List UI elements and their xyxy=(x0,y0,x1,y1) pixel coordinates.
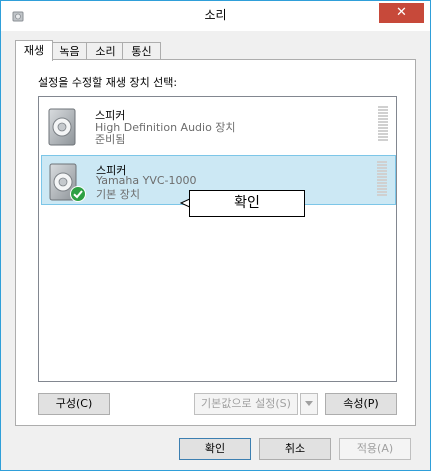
tab-recording[interactable]: 녹음 xyxy=(50,42,89,60)
playback-panel: 설정을 수정할 재생 장치 선택: 스피커 High Definition Au… xyxy=(15,59,416,426)
device-item-hd-audio[interactable]: 스피커 High Definition Audio 장치 준비됨 xyxy=(41,101,396,151)
device-list[interactable]: 스피커 High Definition Audio 장치 준비됨 스피커 Yam… xyxy=(38,96,397,382)
title-bar[interactable]: 소리 ✕ xyxy=(1,1,430,31)
close-button[interactable]: ✕ xyxy=(379,3,424,23)
set-default-dropdown[interactable] xyxy=(300,393,318,415)
tab-sounds[interactable]: 소리 xyxy=(86,42,125,60)
volume-level-meter xyxy=(377,161,387,199)
set-default-button[interactable]: 기본값으로 설정(S) xyxy=(194,393,298,415)
ok-button[interactable]: 확인 xyxy=(179,438,251,460)
device-status: 기본 장치 xyxy=(96,188,140,201)
cancel-button[interactable]: 취소 xyxy=(259,438,331,460)
callout-label: 확인 xyxy=(189,190,305,217)
device-status: 준비됨 xyxy=(95,133,126,146)
chevron-down-icon xyxy=(305,401,313,406)
instruction-label: 설정을 수정할 재생 장치 선택: xyxy=(38,76,178,89)
tab-playback[interactable]: 재생 xyxy=(15,40,53,61)
speaker-icon xyxy=(48,108,76,146)
window-title: 소리 xyxy=(204,8,227,22)
default-device-check-icon xyxy=(70,186,86,202)
sound-dialog: 소리 ✕ 재생 녹음 소리 통신 설정을 수정할 재생 장치 선택: 스피커 H… xyxy=(0,0,431,471)
properties-button[interactable]: 속성(P) xyxy=(325,393,397,415)
volume-level-meter xyxy=(378,106,388,144)
configure-button[interactable]: 구성(C) xyxy=(38,393,110,415)
tab-communications[interactable]: 통신 xyxy=(122,42,161,60)
apply-button[interactable]: 적용(A) xyxy=(339,438,411,460)
